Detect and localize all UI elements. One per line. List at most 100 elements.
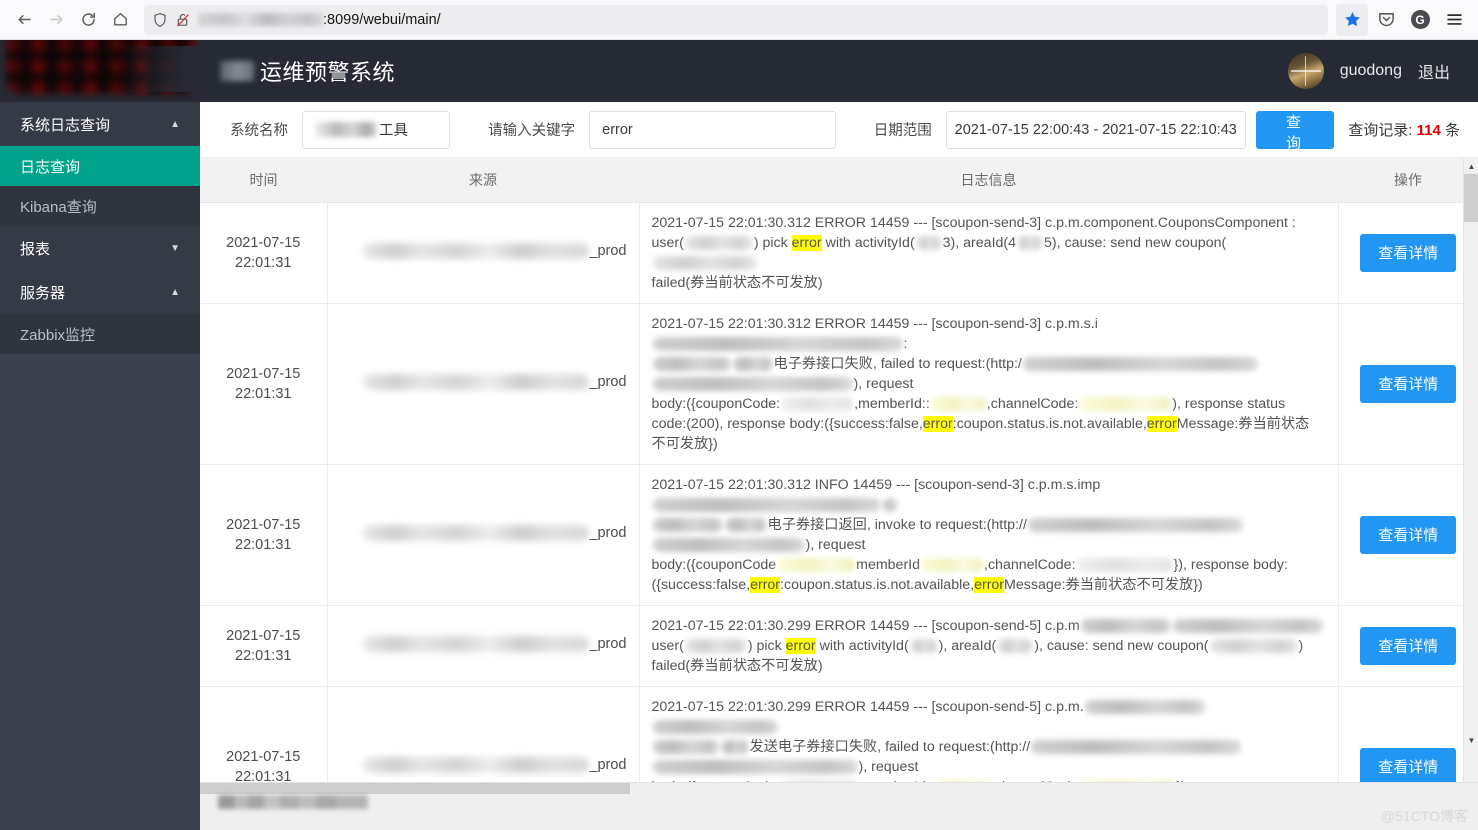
scroll-down-icon[interactable]: ▼ [1464, 732, 1478, 748]
highlight-error: error [1146, 415, 1177, 432]
masked-value [921, 557, 984, 572]
view-detail-button[interactable]: 查看详情 [1360, 364, 1457, 403]
date-range-label: 日期范围 [873, 123, 932, 139]
log-body-1: user( [651, 234, 684, 251]
title-blurred-prefix [220, 61, 254, 81]
masked-value [1027, 517, 1243, 532]
arrow-right-icon [49, 15, 63, 24]
record-count-number: 114 [1416, 122, 1441, 139]
system-name-label: 系统名称 [230, 123, 288, 139]
account-button[interactable]: G [1404, 4, 1436, 36]
cell-time: 2021-07-15 22:01:31 [200, 464, 328, 606]
home-button[interactable] [104, 4, 136, 36]
source-blurred-text [363, 756, 590, 773]
query-button[interactable]: 查 询 [1255, 110, 1335, 152]
record-count-prefix: 查询记录: [1348, 122, 1413, 139]
table-row: 2021-07-15 22:01:31 _prod 2021-07-15 22:… [200, 686, 1478, 782]
log-line4c: ,channelCode: [984, 556, 1076, 573]
sidebar-item-label: Kibana查询 [20, 198, 97, 216]
bookmark-button[interactable] [1336, 3, 1368, 36]
keyword-input[interactable]: error [589, 110, 836, 149]
cell-log-info: 2021-07-15 22:01:30.312 INFO 14459 --- [… [639, 464, 1339, 606]
log-line4a: body:({couponCode: [651, 395, 781, 412]
logout-link[interactable]: 退出 [1418, 59, 1450, 83]
title-text: 运维预警系统 [260, 60, 396, 85]
sidebar-group-servers[interactable]: 服务器 ▲ [0, 270, 200, 314]
horizontal-scrollbar-thumb[interactable] [200, 783, 630, 794]
log-body-4: ), areaId( [938, 637, 997, 654]
log-line4d: }), response body: [1173, 556, 1288, 573]
scroll-up-icon[interactable]: ▲ [1464, 158, 1478, 174]
cell-source: _prod [327, 303, 640, 465]
sidebar-item-label: 日志查询 [20, 158, 81, 176]
browser-actions: G [1336, 3, 1470, 36]
masked-value [652, 719, 778, 734]
source-suffix: _prod [589, 524, 627, 541]
view-detail-button[interactable]: 查看详情 [1360, 626, 1457, 665]
log-line5a: code:(200), response body:({success:fals… [651, 415, 923, 432]
masked-value [652, 356, 731, 371]
vertical-scrollbar[interactable]: ▲ ▼ [1463, 158, 1478, 782]
log-table-body: 2021-07-15 22:01:31 _prod 2021-07-15 22:… [200, 202, 1478, 782]
source-line: _prod [340, 635, 627, 652]
forward-button[interactable] [40, 4, 72, 36]
view-detail-button[interactable]: 查看详情 [1360, 747, 1457, 782]
log-line4b: memberId [856, 556, 921, 573]
masked-value [1022, 356, 1258, 371]
log-table-region: 时间 来源 日志信息 操作 2021-07-15 22:01:31 _prod … [200, 158, 1478, 782]
log-body-2: ) pick [753, 234, 792, 251]
source-blurred-text [363, 524, 590, 541]
arrow-left-icon [17, 15, 31, 24]
time-clock: 22:01:31 [235, 385, 292, 402]
log-line3: ), request [858, 758, 919, 775]
sidebar: 系统日志查询 ▲ 日志查询 Kibana查询 报表 ▼ 服务器 ▲ Zabbix… [0, 102, 200, 830]
sidebar-group-system-log[interactable]: 系统日志查询 ▲ [0, 102, 200, 146]
back-button[interactable] [8, 4, 40, 36]
masked-value [1031, 739, 1242, 754]
username-label: guodong [1339, 62, 1402, 79]
sidebar-item-log-query[interactable]: 日志查询 [0, 146, 200, 186]
masked-value [909, 638, 938, 653]
reload-icon [81, 12, 95, 26]
shield-icon [154, 12, 166, 27]
date-range-input[interactable]: 2021-07-15 22:00:43 - 2021-07-15 22:10:4… [945, 110, 1246, 149]
sidebar-group-label: 系统日志查询 [20, 116, 111, 134]
masked-value [882, 497, 897, 512]
masked-value [684, 638, 747, 653]
url-path: :8099/webui/main/ [323, 11, 441, 28]
time-clock: 22:01:31 [235, 768, 292, 783]
pocket-button[interactable] [1370, 4, 1402, 36]
vertical-scrollbar-thumb[interactable] [1464, 174, 1478, 222]
log-body-6: failed(券当前状态不可发放) [651, 657, 823, 674]
log-body-3: with activityId( [815, 637, 909, 654]
reload-button[interactable] [72, 4, 104, 36]
log-body-5: 5), cause: send new coupon( [1044, 234, 1227, 251]
logo-fade-overlay [120, 46, 200, 92]
horizontal-scrollbar[interactable] [200, 783, 1478, 794]
page-title: 运维预警系统 [220, 55, 395, 87]
address-bar[interactable]: :8099/webui/main/ [144, 4, 1328, 35]
view-detail-button[interactable]: 查看详情 [1360, 515, 1457, 554]
url-text: :8099/webui/main/ [198, 12, 441, 28]
app-menu-button[interactable] [1438, 4, 1470, 36]
source-blurred-text [363, 373, 590, 390]
masked-value [915, 235, 942, 250]
time-clock: 22:01:31 [235, 254, 292, 271]
log-head: 2021-07-15 22:01:30.299 ERROR 14459 --- … [651, 698, 1084, 715]
source-suffix: _prod [589, 635, 627, 652]
sidebar-item-zabbix[interactable]: Zabbix监控 [0, 314, 200, 354]
table-row: 2021-07-15 22:01:31 _prod 2021-07-15 22:… [200, 202, 1478, 304]
sidebar-group-label: 报表 [20, 240, 51, 258]
cell-time: 2021-07-15 22:01:31 [200, 202, 328, 304]
masked-value [720, 739, 749, 754]
log-line2: 电子券接口失败, failed to request:(http:/ [773, 355, 1022, 372]
log-line4d: ), response status [1172, 395, 1286, 412]
sidebar-group-reports[interactable]: 报表 ▼ [0, 226, 200, 270]
column-header-info: 日志信息 [639, 158, 1338, 203]
masked-value [781, 396, 854, 411]
sidebar-item-kibana-query[interactable]: Kibana查询 [0, 186, 200, 226]
source-line: _prod [340, 373, 627, 390]
view-detail-button[interactable]: 查看详情 [1360, 233, 1457, 272]
system-name-select[interactable]: 工具 [302, 110, 451, 149]
highlight-error: error [750, 576, 781, 593]
